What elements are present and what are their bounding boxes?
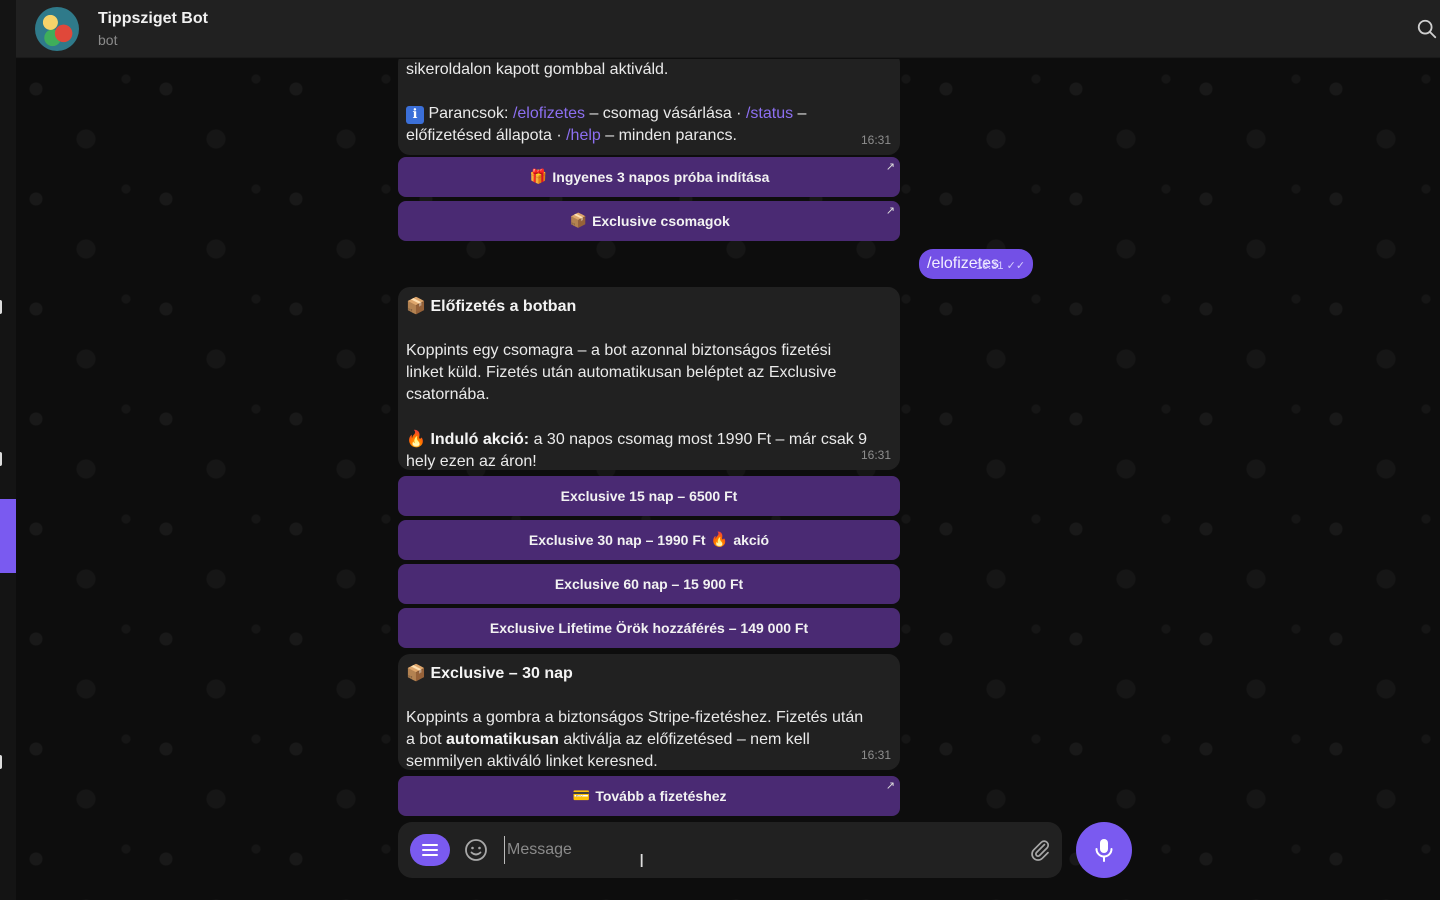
message-text: hely ezen az áron!: [406, 453, 537, 470]
message-text: linket küld. Fizetés után automatikusan …: [406, 364, 837, 381]
message-input[interactable]: [504, 836, 1004, 864]
message-text: 🔥 Induló akció: a 30 napos csomag most 1…: [406, 429, 868, 448]
command-link-status[interactable]: /status: [746, 105, 793, 122]
double-check-icon: ✓✓: [1006, 260, 1026, 272]
chat-header: Tippsziget Bot bot: [16, 0, 1440, 58]
package-icon: 📦: [406, 663, 426, 682]
text-cursor-icon: I: [639, 851, 645, 872]
package-icon: 📦: [406, 296, 426, 315]
external-link-arrow-icon: ↗: [885, 161, 895, 173]
message-text: csatornába.: [406, 386, 490, 403]
paperclip-icon[interactable]: [1028, 838, 1052, 862]
message-text: a bot automatikusan aktiválja az előfize…: [406, 731, 810, 748]
message-title: 📦 Előfizetés a botban: [406, 296, 577, 315]
message-text: sikeroldalon kapott gombbal aktiváld.: [406, 61, 669, 78]
message-text: előfizetésed állapota · /help – minden p…: [406, 127, 737, 144]
continue-to-payment-button[interactable]: 💳 Tovább a fizetéshez ↗: [398, 776, 900, 816]
outgoing-message: /elofizetes 16:31 ✓✓: [919, 249, 1034, 279]
rail-indicator: [0, 452, 2, 466]
smiley-icon[interactable]: [464, 838, 488, 862]
voice-record-button[interactable]: [1076, 822, 1132, 878]
message-composer: [398, 822, 1062, 878]
chat-area: sikeroldalon kapott gombbal aktiváld. ℹ …: [16, 59, 1440, 900]
microphone-icon: [1095, 839, 1113, 862]
incoming-message: 📦 Előfizetés a botban Koppints egy csoma…: [398, 287, 900, 470]
external-link-arrow-icon: ↗: [885, 205, 895, 217]
search-icon[interactable]: [1416, 18, 1438, 40]
rail-active-chat[interactable]: [0, 499, 16, 573]
package-60-day-button[interactable]: Exclusive 60 nap – 15 900 Ft: [398, 564, 900, 604]
gift-icon: 🎁: [529, 169, 548, 185]
rail-indicator: [0, 300, 2, 314]
fire-icon: 🔥: [710, 532, 729, 548]
left-rail: [0, 0, 16, 900]
package-30-day-button[interactable]: Exclusive 30 nap – 1990 Ft 🔥 akció: [398, 520, 900, 560]
message-text: Koppints a gombra a biztonságos Stripe-f…: [406, 709, 864, 726]
message-time: 16:31 ✓✓: [976, 260, 1026, 272]
bot-avatar[interactable]: [35, 7, 79, 51]
exclusive-packages-button[interactable]: 📦 Exclusive csomagok ↗: [398, 201, 900, 241]
message-time: 16:31: [860, 133, 891, 147]
free-trial-button[interactable]: 🎁 Ingyenes 3 napos próba indítása ↗: [398, 157, 900, 197]
external-link-arrow-icon: ↗: [885, 780, 895, 792]
package-15-day-button[interactable]: Exclusive 15 nap – 6500 Ft: [398, 476, 900, 516]
credit-card-icon: 💳: [572, 788, 591, 804]
info-icon: ℹ: [406, 106, 424, 124]
fire-icon: 🔥: [406, 429, 426, 448]
chat-title[interactable]: Tippsziget Bot: [98, 10, 208, 28]
chat-subtitle: bot: [98, 32, 118, 48]
incoming-message: sikeroldalon kapott gombbal aktiváld. ℹ …: [398, 59, 900, 155]
message-time: 16:31: [860, 448, 891, 462]
message-text: Koppints egy csomagra – a bot azonnal bi…: [406, 342, 832, 359]
command-link-help[interactable]: /help: [566, 127, 601, 144]
package-lifetime-button[interactable]: Exclusive Lifetime Örök hozzáférés – 149…: [398, 608, 900, 648]
message-text: semmilyen aktiváló linket keresned.: [406, 753, 658, 770]
rail-indicator: [0, 755, 2, 769]
command-link-elofizetes[interactable]: /elofizetes: [513, 105, 585, 122]
message-title: 📦 Exclusive – 30 nap: [406, 663, 573, 682]
bot-menu-button[interactable]: [410, 834, 450, 866]
menu-icon: [422, 844, 438, 856]
message-text: ℹ Parancsok: /elofizetes – csomag vásárl…: [406, 103, 892, 125]
message-time: 16:31: [860, 748, 891, 762]
incoming-message: 📦 Exclusive – 30 nap Koppints a gombra a…: [398, 654, 900, 770]
package-icon: 📦: [569, 213, 587, 229]
